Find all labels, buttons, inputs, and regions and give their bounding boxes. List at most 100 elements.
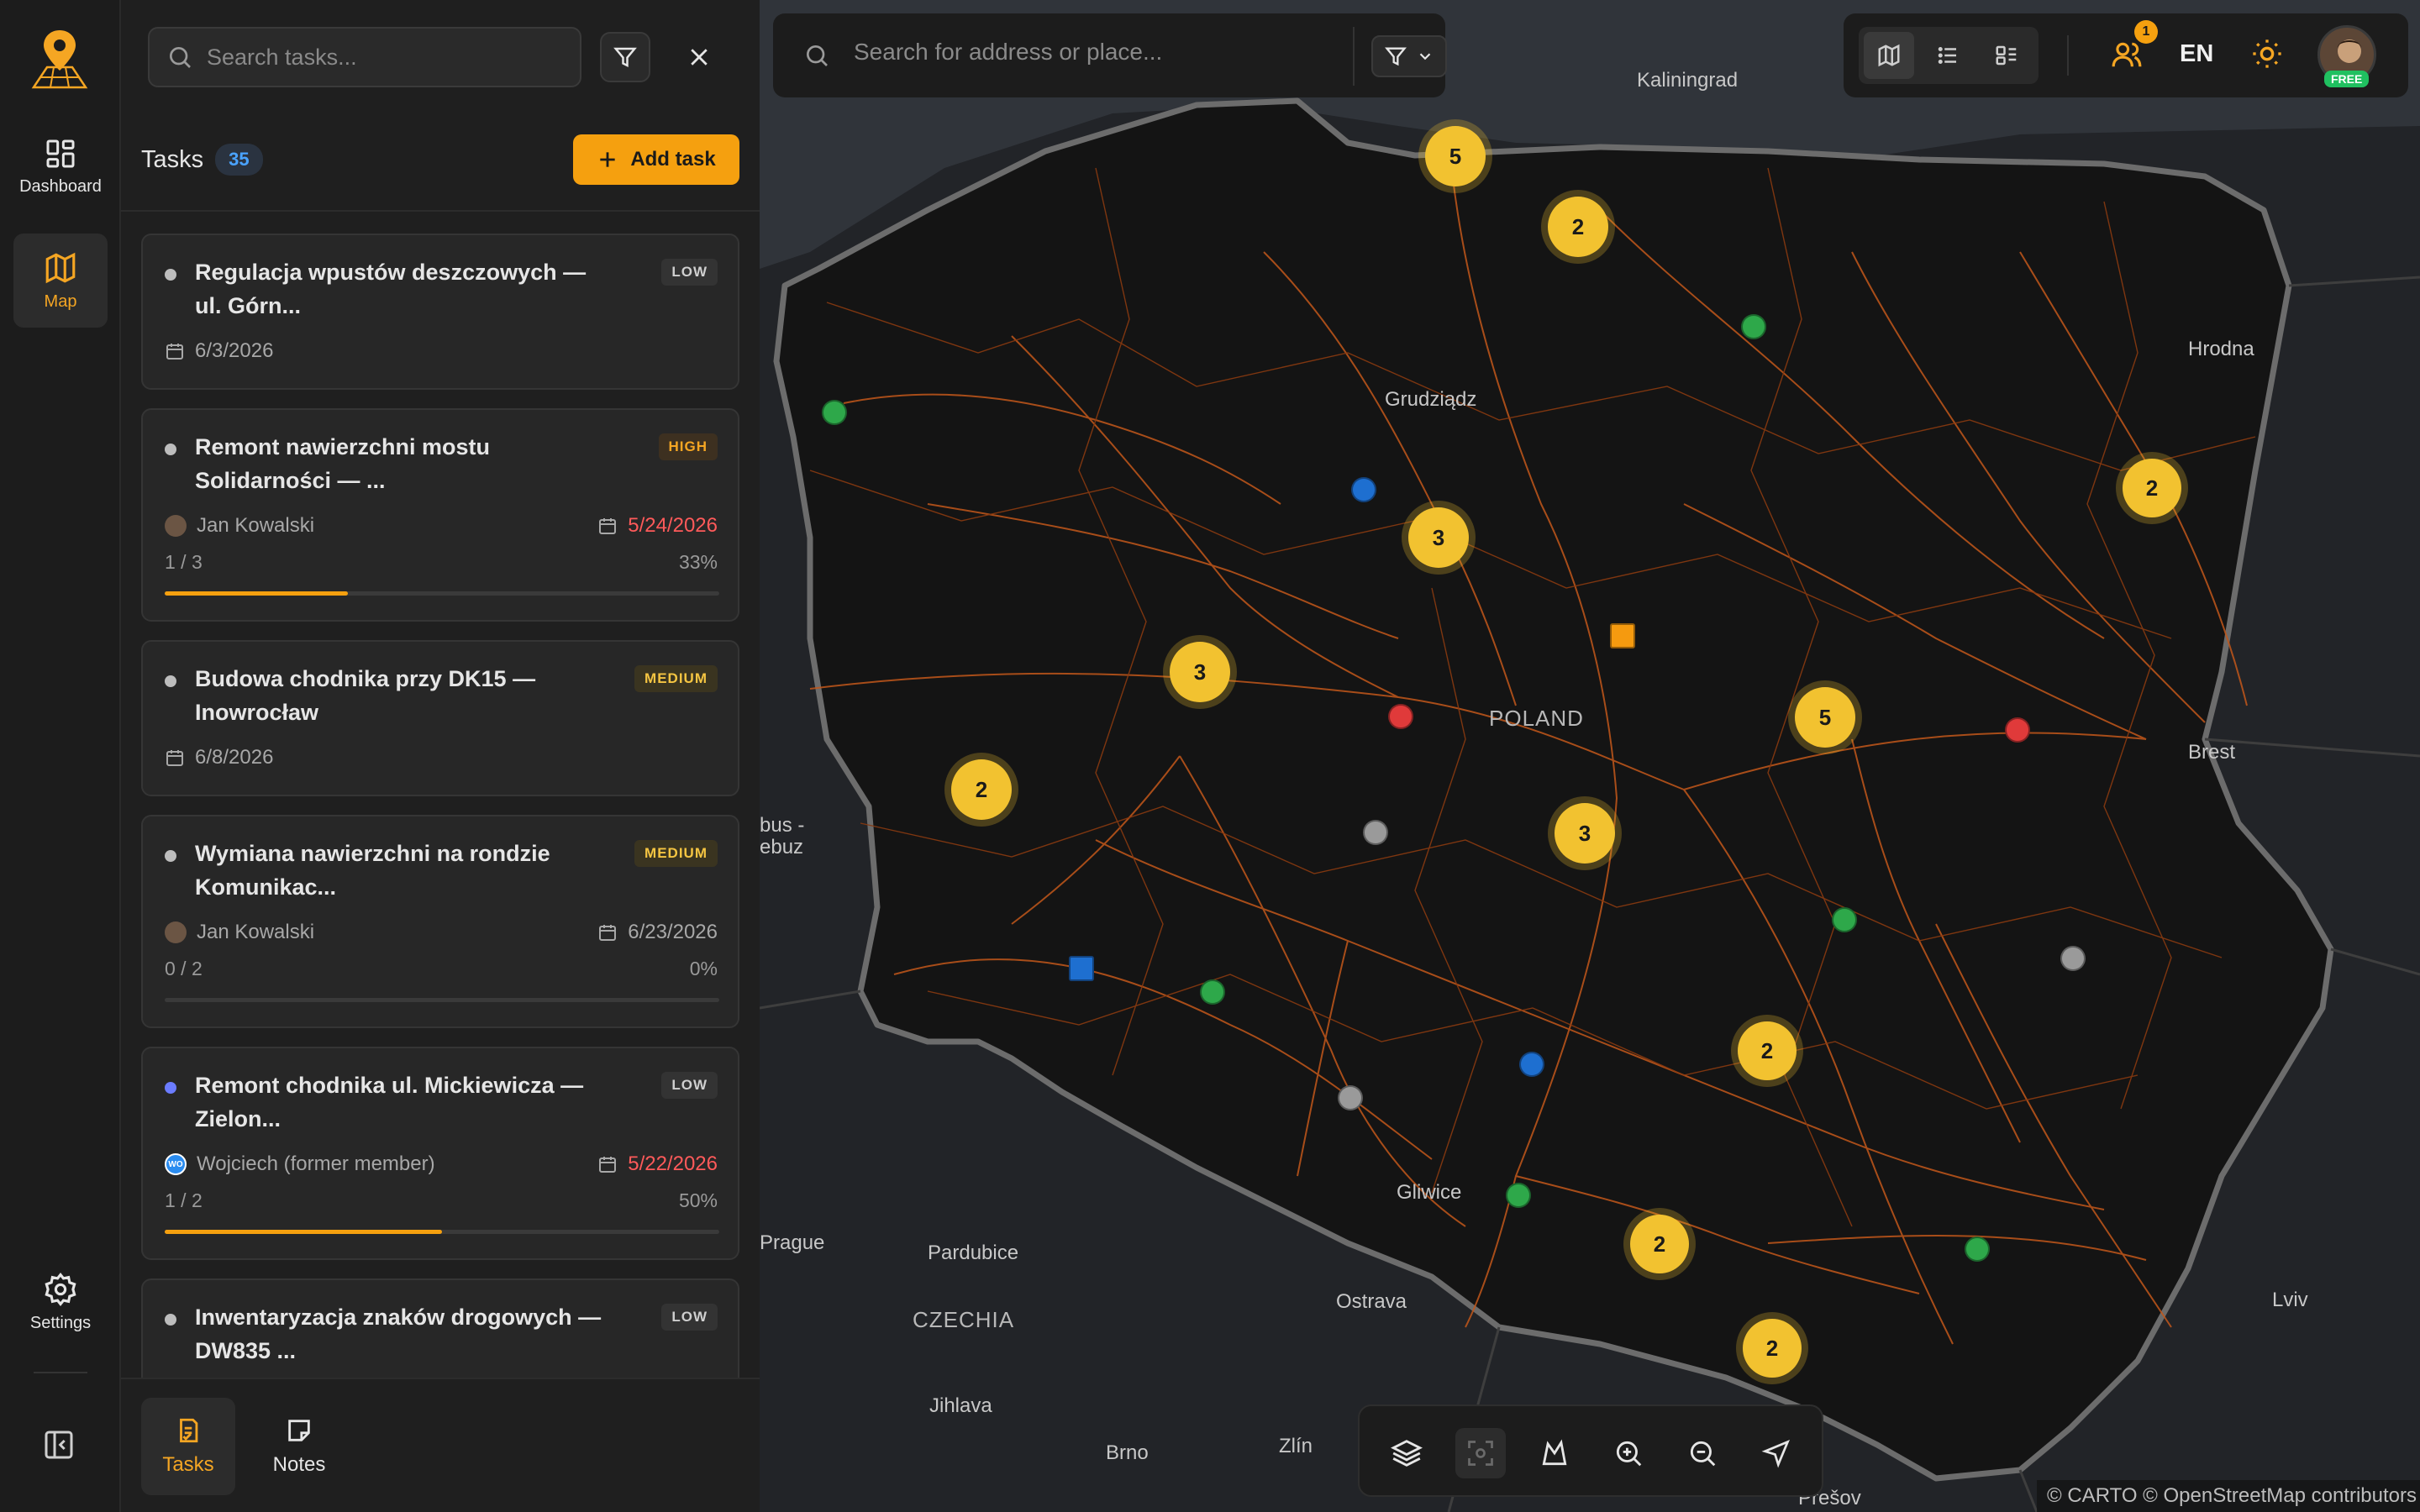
close-panel-button[interactable] bbox=[674, 32, 724, 82]
priority-badge: MEDIUM bbox=[634, 840, 718, 867]
calendar-icon bbox=[599, 1157, 617, 1173]
task-card[interactable]: Remont chodnika ul. Mickiewicza — Zielon… bbox=[141, 1047, 739, 1260]
notification-badge: 1 bbox=[2134, 20, 2158, 44]
task-cluster[interactable]: 2 bbox=[1630, 1215, 1689, 1273]
layers-button[interactable] bbox=[1381, 1428, 1432, 1478]
task-cluster[interactable]: 2 bbox=[2123, 459, 2181, 517]
map-view[interactable]: Kaliningrad Grudziądz Hrodna POLAND Bres… bbox=[760, 0, 2420, 1512]
search-icon bbox=[170, 47, 191, 68]
rail-item-label: Dashboard bbox=[19, 176, 102, 196]
task-marker[interactable] bbox=[1832, 907, 1857, 932]
task-card[interactable]: Wymiana nawierzchni na rondzie Komunikac… bbox=[141, 815, 739, 1028]
dashboard-icon bbox=[46, 139, 75, 167]
task-list: Regulacja wpustów deszczowych — ul. Górn… bbox=[141, 234, 739, 1378]
add-task-button[interactable]: Add task bbox=[573, 134, 739, 185]
map-label-ostrava: Ostrava bbox=[1336, 1290, 1407, 1313]
task-filter-button[interactable] bbox=[600, 32, 650, 82]
tab-tasks[interactable]: Tasks bbox=[141, 1398, 235, 1495]
team-icon bbox=[2112, 42, 2142, 67]
task-search-box[interactable] bbox=[148, 27, 581, 87]
task-card[interactable]: Remont nawierzchni mostu Solidarności — … bbox=[141, 408, 739, 622]
theme-toggle-button[interactable] bbox=[2250, 37, 2284, 75]
map-label-hrodna: Hrodna bbox=[2188, 338, 2254, 360]
map-view-icon bbox=[1878, 44, 1900, 67]
task-card[interactable]: Regulacja wpustów deszczowych — ul. Górn… bbox=[141, 234, 739, 390]
locate-button[interactable] bbox=[1751, 1428, 1802, 1478]
view-board-button[interactable] bbox=[1981, 32, 2032, 79]
assignee-name: Wojciech (former member) bbox=[197, 1152, 435, 1175]
task-cluster[interactable]: 3 bbox=[1408, 507, 1469, 568]
map-filter-dropdown[interactable] bbox=[1371, 35, 1447, 77]
task-marker[interactable] bbox=[1200, 979, 1225, 1005]
priority-badge: LOW bbox=[661, 259, 718, 286]
tasks-icon bbox=[180, 1418, 198, 1443]
avatar bbox=[165, 515, 187, 537]
task-marker[interactable] bbox=[1069, 956, 1094, 981]
task-marker[interactable] bbox=[1741, 314, 1766, 339]
priority-badge: HIGH bbox=[658, 433, 718, 460]
focus-button[interactable] bbox=[1455, 1428, 1506, 1478]
subtask-progress-pct: 33% bbox=[678, 551, 718, 573]
task-marker[interactable] bbox=[2060, 946, 2086, 971]
task-card[interactable]: Budowa chodnika przy DK15 — Inowrocław M… bbox=[141, 640, 739, 796]
task-cluster[interactable]: 2 bbox=[1548, 197, 1608, 257]
task-date-text: 6/3/2026 bbox=[195, 339, 274, 362]
view-mode-toggle bbox=[1859, 27, 2039, 84]
rail-item-dashboard[interactable]: Dashboard bbox=[13, 119, 108, 213]
task-marker[interactable] bbox=[1351, 477, 1376, 502]
search-icon bbox=[807, 45, 828, 66]
task-due: 5/22/2026 bbox=[597, 1152, 718, 1176]
task-due: 5/24/2026 bbox=[597, 514, 718, 538]
draw-area-button[interactable] bbox=[1529, 1428, 1580, 1478]
rail-item-settings[interactable]: Settings bbox=[13, 1255, 108, 1349]
task-marker[interactable] bbox=[2005, 717, 2030, 743]
task-marker[interactable] bbox=[1965, 1236, 1990, 1262]
zoom-out-button[interactable] bbox=[1677, 1428, 1728, 1478]
task-title: Regulacja wpustów deszczowych — ul. Górn… bbox=[195, 260, 587, 318]
view-map-button[interactable] bbox=[1864, 32, 1914, 79]
rail-item-map[interactable]: Map bbox=[13, 234, 108, 328]
task-title: Inwentaryzacja znaków drogowych — DW835 … bbox=[195, 1305, 602, 1363]
task-cluster[interactable]: 2 bbox=[1743, 1319, 1802, 1378]
map-label-zlin: Zlín bbox=[1279, 1435, 1313, 1457]
task-search-input[interactable] bbox=[207, 44, 560, 71]
task-cluster[interactable]: 2 bbox=[1738, 1021, 1797, 1080]
task-marker[interactable] bbox=[1363, 820, 1388, 845]
task-due-text: 6/23/2026 bbox=[628, 921, 718, 943]
task-marker[interactable] bbox=[1519, 1052, 1544, 1077]
focus-icon bbox=[1468, 1441, 1493, 1466]
task-panel: Tasks 35 Add task Regulacja wpustów desz… bbox=[121, 0, 760, 1512]
avatar bbox=[165, 921, 187, 943]
team-button[interactable] bbox=[2111, 39, 2143, 75]
task-cluster[interactable]: 5 bbox=[1425, 126, 1486, 186]
nav-rail: Dashboard Map Settings bbox=[0, 0, 121, 1512]
tab-notes[interactable]: Notes bbox=[252, 1398, 346, 1495]
task-marker[interactable] bbox=[1506, 1183, 1531, 1208]
map-label-czechia: CZECHIA bbox=[913, 1307, 1015, 1332]
task-marker[interactable] bbox=[822, 400, 847, 425]
language-switcher[interactable]: EN bbox=[2180, 40, 2213, 68]
app-logo-icon[interactable] bbox=[22, 25, 97, 96]
map-attribution: © CARTO © OpenStreetMap contributors bbox=[2037, 1480, 2420, 1512]
task-cluster[interactable]: 2 bbox=[951, 759, 1012, 820]
task-cluster[interactable]: 3 bbox=[1170, 642, 1230, 702]
notes-icon bbox=[288, 1420, 310, 1441]
task-title: Remont nawierzchni mostu Solidarności — … bbox=[195, 434, 491, 493]
address-search-input[interactable] bbox=[854, 39, 1324, 66]
task-marker[interactable] bbox=[1338, 1085, 1363, 1110]
avatar: WO bbox=[165, 1153, 187, 1175]
tasks-title: Tasks bbox=[141, 145, 204, 173]
task-cluster[interactable]: 5 bbox=[1795, 687, 1855, 748]
task-marker[interactable] bbox=[1610, 623, 1635, 648]
view-list-button[interactable] bbox=[1923, 32, 1973, 79]
address-search-box[interactable] bbox=[773, 13, 1447, 97]
task-title: Budowa chodnika przy DK15 — Inowrocław bbox=[195, 666, 536, 725]
task-card[interactable]: Inwentaryzacja znaków drogowych — DW835 … bbox=[141, 1278, 739, 1378]
zoom-in-button[interactable] bbox=[1603, 1428, 1654, 1478]
calendar-icon bbox=[166, 750, 183, 766]
task-marker[interactable] bbox=[1388, 704, 1413, 729]
collapse-sidebar-icon[interactable] bbox=[42, 1428, 79, 1462]
map-label-zielona-gora: bus - ebuz bbox=[760, 814, 805, 858]
subtask-progress-text: 1 / 2 bbox=[165, 1189, 203, 1211]
task-cluster[interactable]: 3 bbox=[1555, 803, 1615, 864]
